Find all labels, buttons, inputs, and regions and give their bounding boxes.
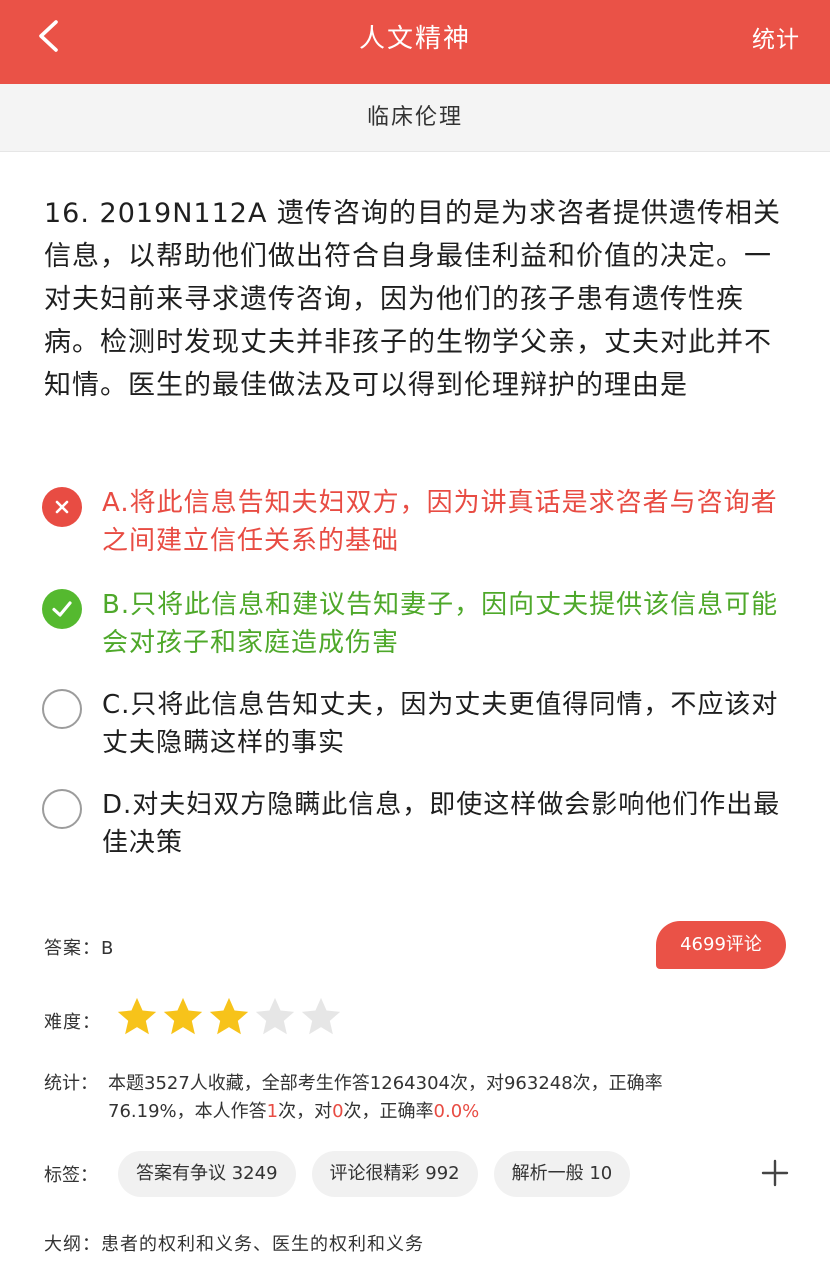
question-text: 16. 2019N112A 遗传咨询的目的是为求咨者提供遗传相关信息，以帮助他们… [44,198,782,401]
correct-mark [42,589,82,629]
radio-circle [42,789,82,829]
answer-value: B [101,938,115,959]
star-icon [209,997,249,1035]
star-icon [163,997,203,1035]
option-c-text: C.只将此信息告知丈夫，因为丈夫更值得同情，不应该对丈夫隐瞒这样的事实 [102,690,779,758]
option-a-text: A.将此信息告知夫妇双方，因为讲真话是求咨者与咨询者之间建立信任关系的基础 [102,488,778,556]
statistics-link[interactable]: 统计 [752,20,800,54]
answer-label: 答案： [44,938,101,959]
statistics-label: 统计： [44,1073,98,1094]
page-title: 人文精神 [358,24,471,54]
option-a[interactable]: A.将此信息告知夫妇双方，因为讲真话是求咨者与咨询者之间建立信任关系的基础 [42,484,782,560]
tag-chip[interactable]: 答案有争议 3249 [118,1151,296,1197]
my-attempts: 1 [266,1101,279,1122]
star-icon [301,997,341,1035]
tags-label: 标签： [44,1165,98,1186]
statistics-row: 统计： 本题3527人收藏，全部考生作答1264304次，对963248次，正确率… [44,1070,764,1126]
check-icon [52,601,72,617]
outline-value: 患者的权利和义务、医生的权利和义务 [101,1234,424,1255]
stat-text: 次，正确率 [343,1101,434,1122]
star-icon [255,997,295,1035]
my-rate: 0.0% [433,1101,480,1122]
tag-chip[interactable]: 解析一般 10 [493,1151,631,1197]
radio-circle [42,689,82,729]
statistics-line-2: 76.19%，本人作答1次，对0次，正确率0.0% [44,1098,764,1126]
stat-text: 76.19%，本人作答 [108,1101,267,1122]
difficulty-stars [114,994,344,1040]
close-icon [55,500,69,514]
outline-row: 大纲：患者的权利和义务、医生的权利和义务 [44,1230,424,1256]
answer-row: 答案：B [44,934,114,960]
difficulty-label: 难度： [44,1012,101,1033]
plus-icon[interactable] [760,1158,790,1188]
star-icon [117,997,157,1035]
category-title: 临床伦理 [0,84,830,152]
option-c[interactable]: C.只将此信息告知丈夫，因为丈夫更值得同情，不应该对丈夫隐瞒这样的事实 [42,686,782,762]
tags-row: 标签： 答案有争议 3249 评论很精彩 992 解析一般 10 [44,1150,804,1198]
option-b-text: B.只将此信息和建议告知妻子，因向丈夫提供该信息可能会对孩子和家庭造成伤害 [102,590,779,658]
comments-button[interactable]: 4699评论 [656,921,786,969]
option-d[interactable]: D.对夫妇双方隐瞒此信息，即使这样做会影响他们作出最佳决策 [42,786,782,862]
option-b[interactable]: B.只将此信息和建议告知妻子，因向丈夫提供该信息可能会对孩子和家庭造成伤害 [42,586,782,662]
statistics-line-1: 本题3527人收藏，全部考生作答1264304次，对963248次，正确率 [108,1073,663,1094]
stat-text: 次，对 [278,1101,333,1122]
option-d-text: D.对夫妇双方隐瞒此信息，即使这样做会影响他们作出最佳决策 [102,790,781,858]
top-bar: 人文精神 统计 [0,0,830,84]
outline-label: 大纲： [44,1234,101,1255]
tag-chip[interactable]: 评论很精彩 992 [311,1151,478,1197]
my-correct: 0 [332,1101,344,1122]
wrong-mark [42,487,82,527]
